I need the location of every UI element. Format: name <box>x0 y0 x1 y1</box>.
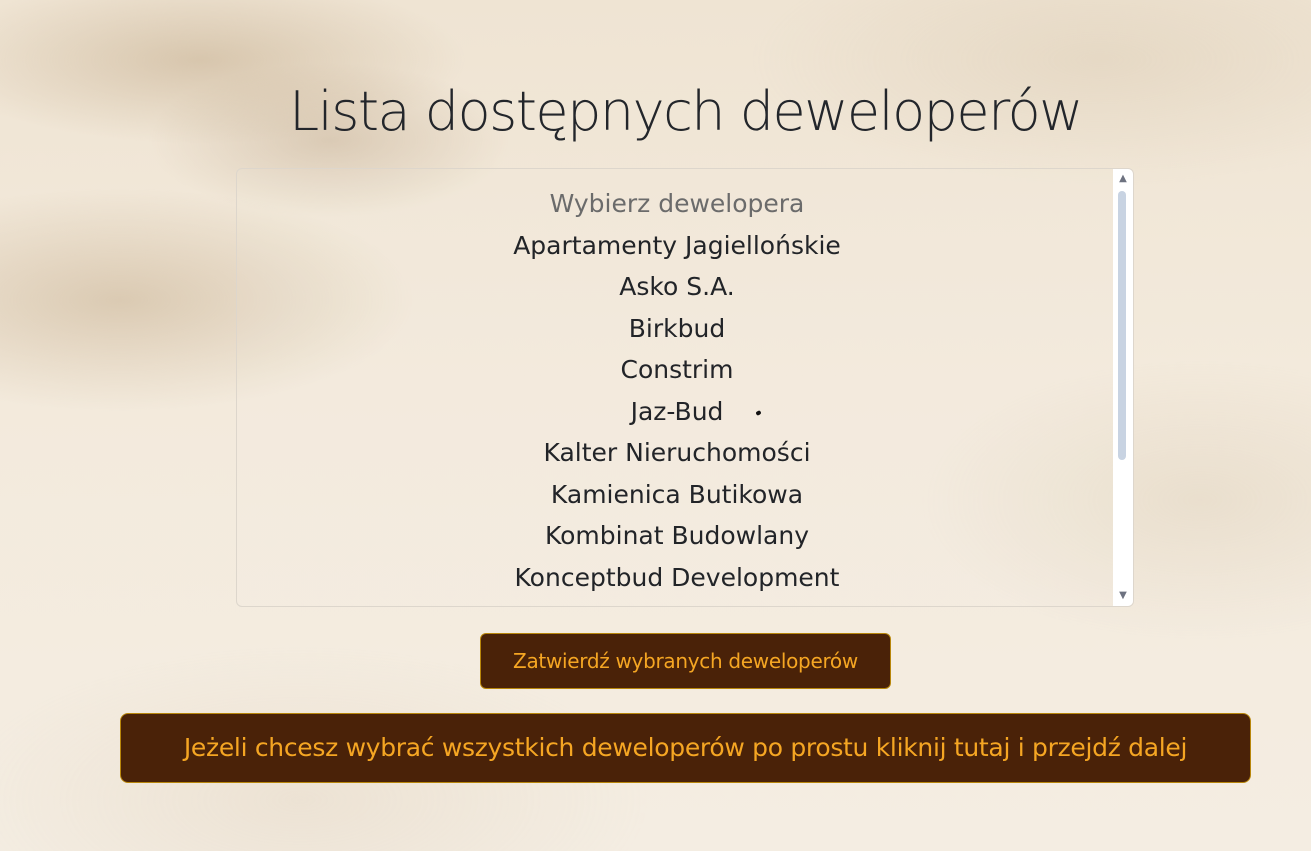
developer-option[interactable]: Kombinat Budowlany <box>237 515 1117 557</box>
confirm-selected-developers-button[interactable]: Zatwierdź wybranych deweloperów <box>480 633 891 689</box>
chevron-up-icon[interactable]: ▲ <box>1113 171 1133 187</box>
scrollbar-thumb[interactable] <box>1118 191 1126 460</box>
select-all-developers-button[interactable]: Jeżeli chcesz wybrać wszystkich dewelope… <box>120 713 1251 783</box>
placeholder-option[interactable]: Wybierz dewelopera <box>237 183 1117 225</box>
page-title: Lista dostępnych deweloperów <box>289 80 1083 143</box>
chevron-down-icon[interactable]: ▼ <box>1113 588 1133 604</box>
developer-option[interactable]: PBM Inwestycje Deweloperskie <box>237 598 1117 606</box>
developer-option[interactable]: Constrim <box>237 349 1117 391</box>
developer-option[interactable]: Asko S.A. <box>237 266 1117 308</box>
developer-option[interactable]: Birkbud <box>237 308 1117 350</box>
developer-multiselect[interactable]: Wybierz dewelopera Apartamenty Jagiellońs… <box>236 168 1134 607</box>
developer-option[interactable]: Kalter Nieruchomości <box>237 432 1117 474</box>
listbox-scrollbar[interactable]: ▲ ▼ <box>1113 169 1133 606</box>
developer-option[interactable]: Apartamenty Jagiellońskie <box>237 225 1117 267</box>
developer-option[interactable]: Jaz-Bud <box>237 391 1117 433</box>
developer-option[interactable]: Konceptbud Development <box>237 557 1117 599</box>
developer-options: Wybierz dewelopera Apartamenty Jagiellońs… <box>237 183 1117 606</box>
developer-option[interactable]: Kamienica Butikowa <box>237 474 1117 516</box>
